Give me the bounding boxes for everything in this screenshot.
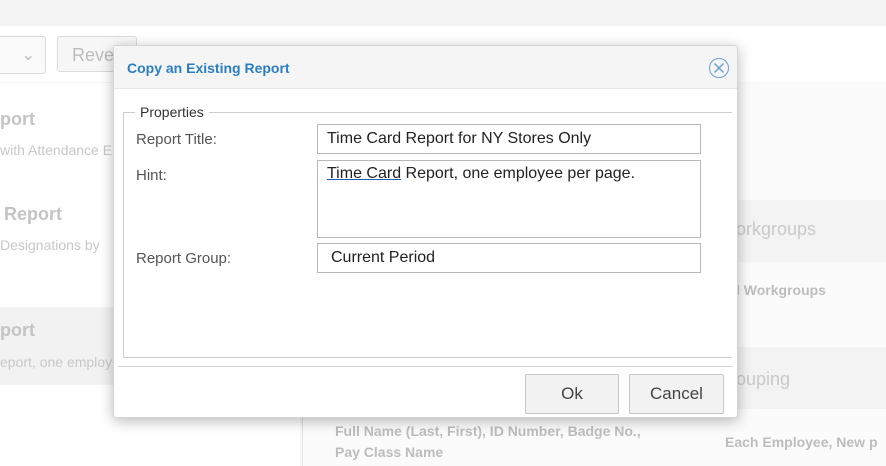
report-card-subtitle: eport, one employ: [0, 354, 113, 370]
report-group-label: Report Group:: [136, 250, 232, 267]
report-card-title: port: [0, 109, 35, 129]
report-card-title: Report: [4, 204, 62, 224]
hint-textarea[interactable]: Time Card Report, one employee per page.: [317, 160, 701, 238]
hint-text: Report, one employee per page.: [401, 165, 636, 182]
report-card-title: port: [0, 320, 35, 340]
section-heading: ouping: [736, 369, 791, 389]
cancel-button[interactable]: Cancel: [629, 374, 724, 414]
copy-report-dialog: Copy an Existing Report Properties Repor…: [113, 45, 738, 418]
report-card-subtitle: Designations by: [0, 237, 100, 253]
chevron-down-icon: ⌄: [21, 47, 35, 64]
close-icon: [713, 62, 725, 74]
view-select[interactable]: ⌄: [0, 36, 46, 74]
report-title-label: Report Title:: [136, 131, 217, 148]
close-button[interactable]: [709, 58, 729, 78]
dialog-header: Copy an Existing Report: [114, 46, 737, 89]
sort-value: Full Name (Last, First), ID Number, Badg…: [335, 423, 641, 439]
top-bar: [0, 0, 886, 26]
section-heading: orkgroups: [736, 219, 817, 239]
dialog-title: Copy an Existing Report: [127, 60, 290, 76]
spellcheck-word: Time Card: [327, 165, 402, 182]
fieldset-legend: Properties: [135, 104, 209, 120]
report-card-subtitle: with Attendance E: [0, 142, 113, 158]
footer-divider: [118, 366, 733, 367]
sort-value: Pay Class Name: [335, 444, 444, 460]
hint-label: Hint:: [136, 167, 167, 184]
grouping-value: Each Employee, New p: [725, 434, 878, 450]
workgroups-value: l Workgroups: [736, 282, 826, 298]
report-group-input[interactable]: Current Period: [317, 243, 701, 273]
report-title-input[interactable]: Time Card Report for NY Stores Only: [317, 124, 701, 154]
ok-button[interactable]: Ok: [525, 374, 619, 414]
